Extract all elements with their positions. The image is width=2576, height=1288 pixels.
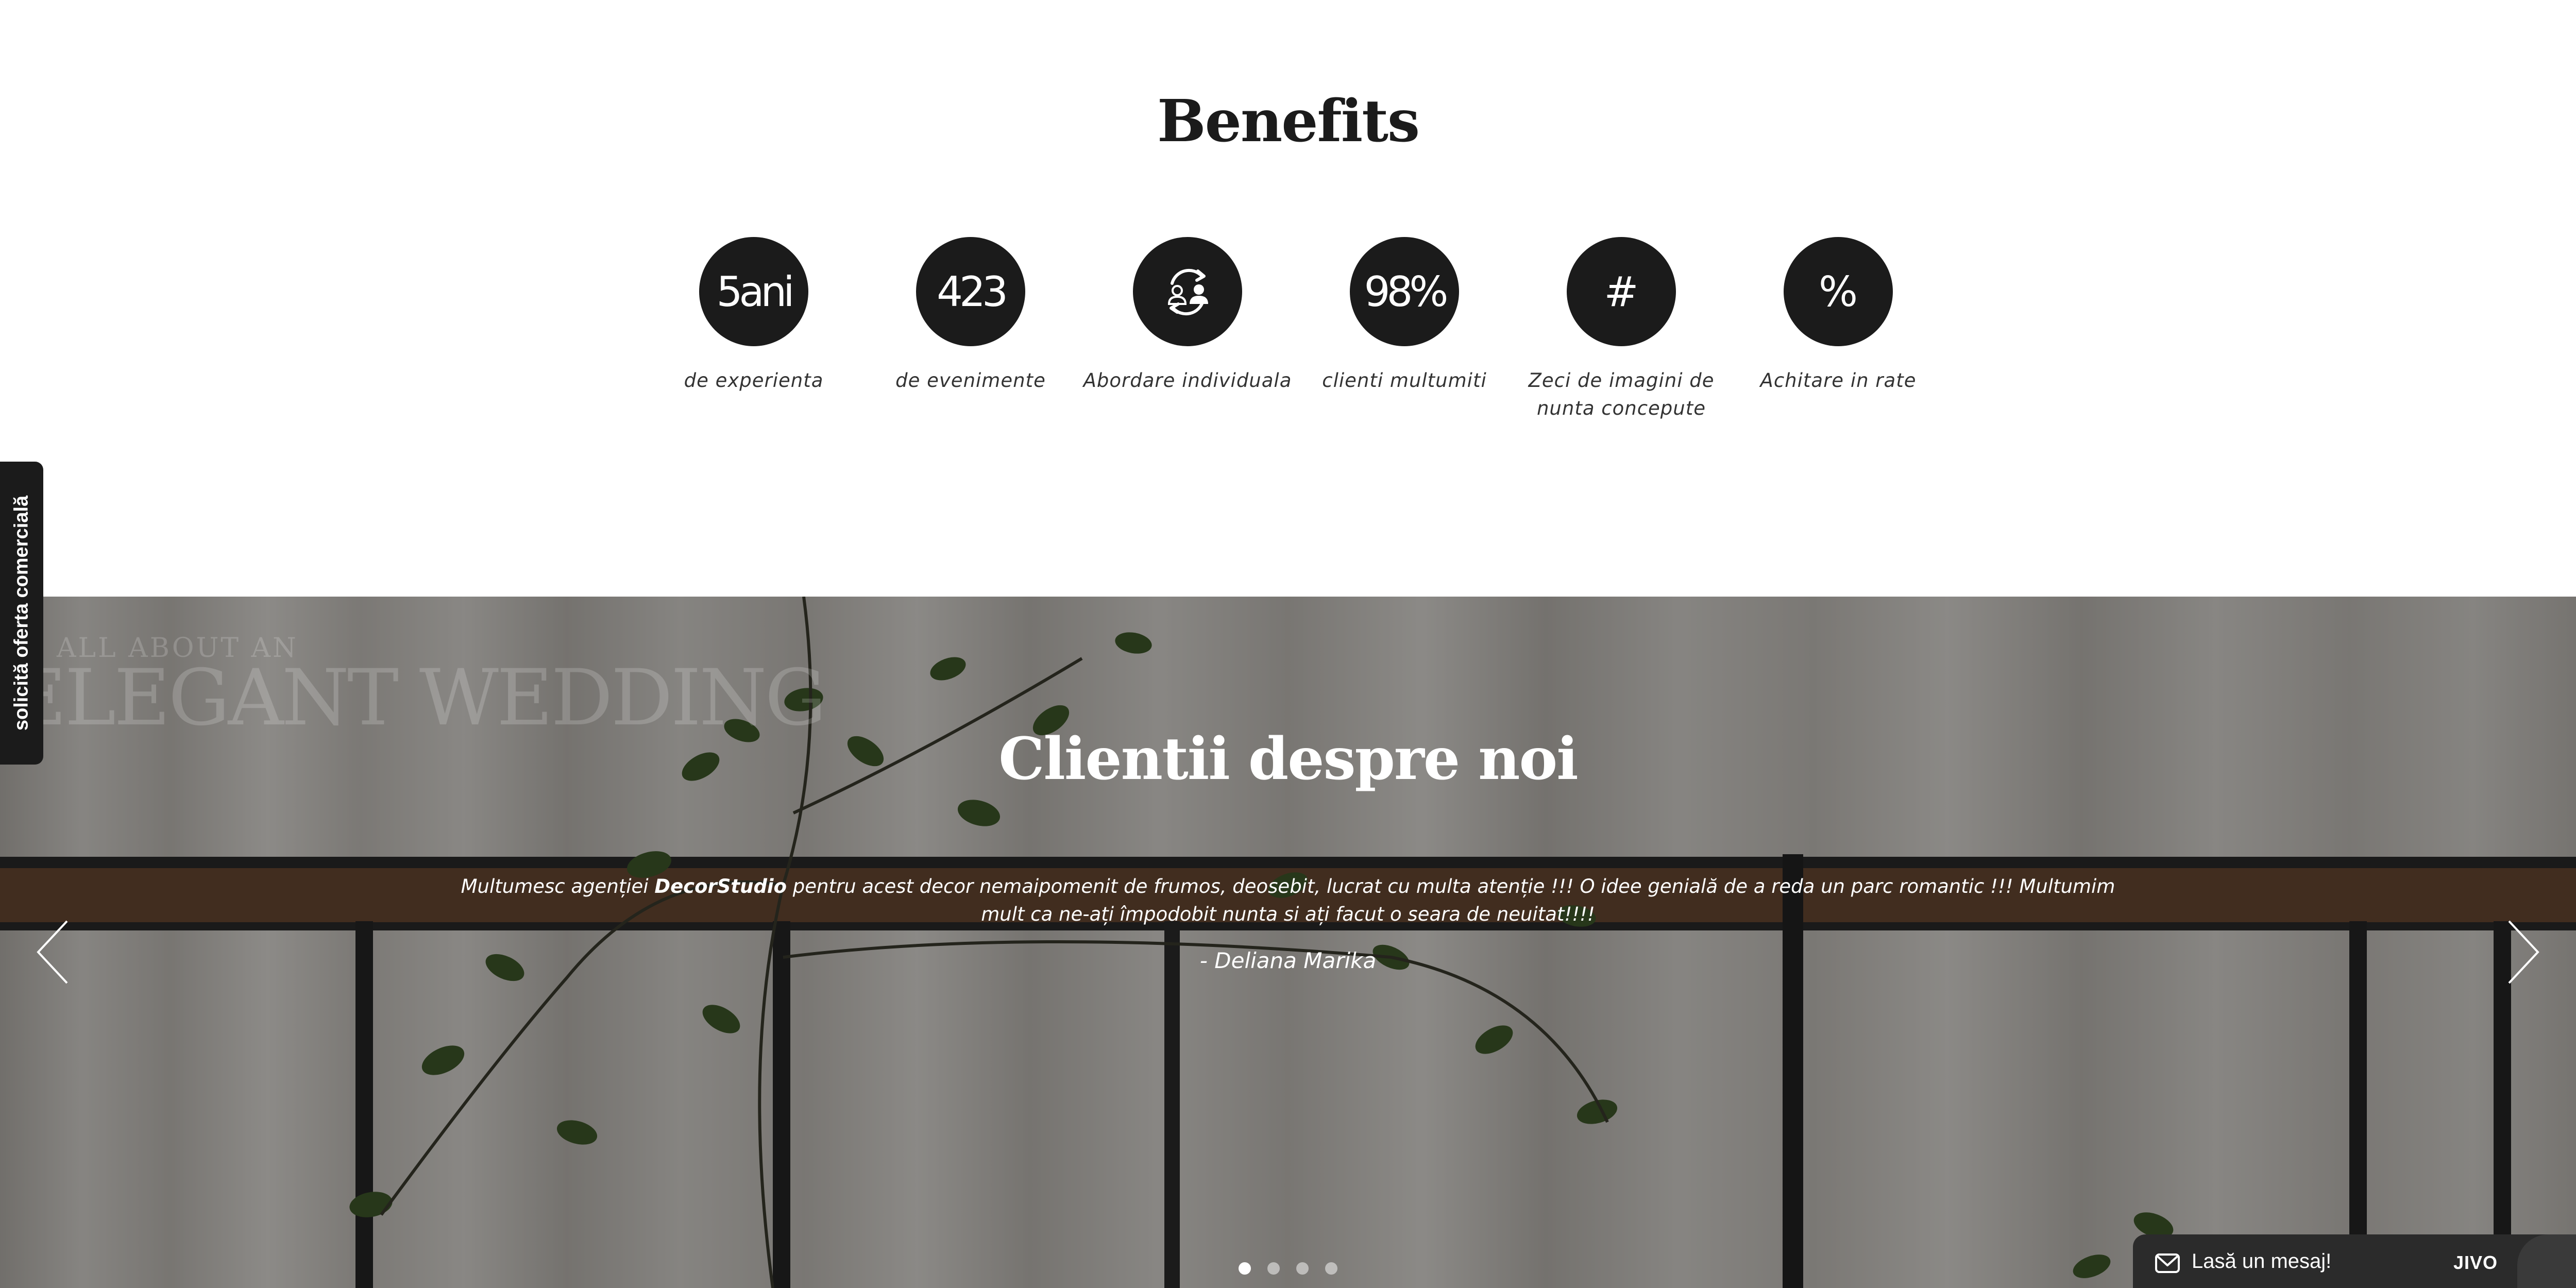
benefit-item-experience: 5ani de experienta	[646, 237, 862, 395]
benefit-item-installments: % Achitare in rate	[1730, 237, 1946, 395]
benefit-label: Abordare individuala	[1083, 369, 1292, 392]
carousel-dot-2[interactable]	[1267, 1262, 1280, 1275]
chat-widget-label: Lasă un mesaj!	[2192, 1250, 2332, 1273]
benefit-circle: 5ani	[699, 237, 808, 346]
people-exchange-icon	[1167, 268, 1208, 316]
benefit-item-events: 423 de evenimente	[862, 237, 1079, 395]
jivo-logo: JIVO	[2453, 1252, 2498, 1273]
chat-widget[interactable]: Lasă un mesaj! JIVO	[2133, 1234, 2576, 1288]
benefit-label: Achitare in rate	[1760, 369, 1917, 392]
request-offer-tab-label: solicită oferta comercială	[10, 495, 32, 731]
testimonial-quote: Multumesc agenției DecorStudio pentru ac…	[443, 873, 2133, 928]
benefit-item-images: # Zeci de imagini de nunta concepute	[1513, 237, 1730, 422]
request-offer-tab[interactable]: solicită oferta comercială	[0, 462, 43, 765]
carousel-next-button[interactable]	[2499, 916, 2545, 988]
carousel-dot-4[interactable]	[1325, 1262, 1337, 1275]
benefit-label: de experienta	[684, 369, 824, 392]
quote-text-start: Multumesc agenției	[461, 875, 655, 897]
chevron-right-icon	[2508, 920, 2539, 984]
benefit-circle	[1133, 237, 1242, 346]
benefits-section: Benefits 5ani de experienta 423 de eveni…	[0, 0, 2576, 597]
testimonials-section: ALL ABOUT AN ELEGANT WEDDING Clientii de…	[0, 597, 2576, 1288]
benefit-item-individual: Abordare individuala	[1079, 237, 1296, 395]
benefit-circle: #	[1567, 237, 1676, 346]
carousel-dot-3[interactable]	[1296, 1262, 1309, 1275]
benefit-label: de evenimente	[895, 369, 1046, 392]
benefit-circle: 98%	[1350, 237, 1459, 346]
benefit-label: clienti multumiti	[1322, 369, 1487, 392]
chevron-left-icon	[37, 920, 68, 984]
page: Benefits 5ani de experienta 423 de eveni…	[0, 0, 2576, 1288]
benefit-circle: %	[1784, 237, 1893, 346]
mail-icon	[2155, 1253, 2180, 1273]
testimonials-title: Clientii despre noi	[998, 725, 1579, 793]
benefit-circle: 423	[916, 237, 1025, 346]
carousel-prev-button[interactable]	[31, 916, 77, 988]
quote-text-end: pentru acest decor nemaipomenit de frumo…	[787, 875, 2115, 925]
carousel-dot-1[interactable]	[1239, 1262, 1251, 1275]
benefits-title: Benefits	[1157, 88, 1420, 155]
benefit-label: Zeci de imagini de nunta concepute	[1528, 369, 1715, 419]
quote-brand: DecorStudio	[654, 875, 787, 897]
chat-widget-corner	[2517, 1234, 2576, 1288]
testimonial-author: - Deliana Marika	[1199, 948, 1377, 973]
benefit-item-satisfied: 98% clienti multumiti	[1296, 237, 1513, 395]
